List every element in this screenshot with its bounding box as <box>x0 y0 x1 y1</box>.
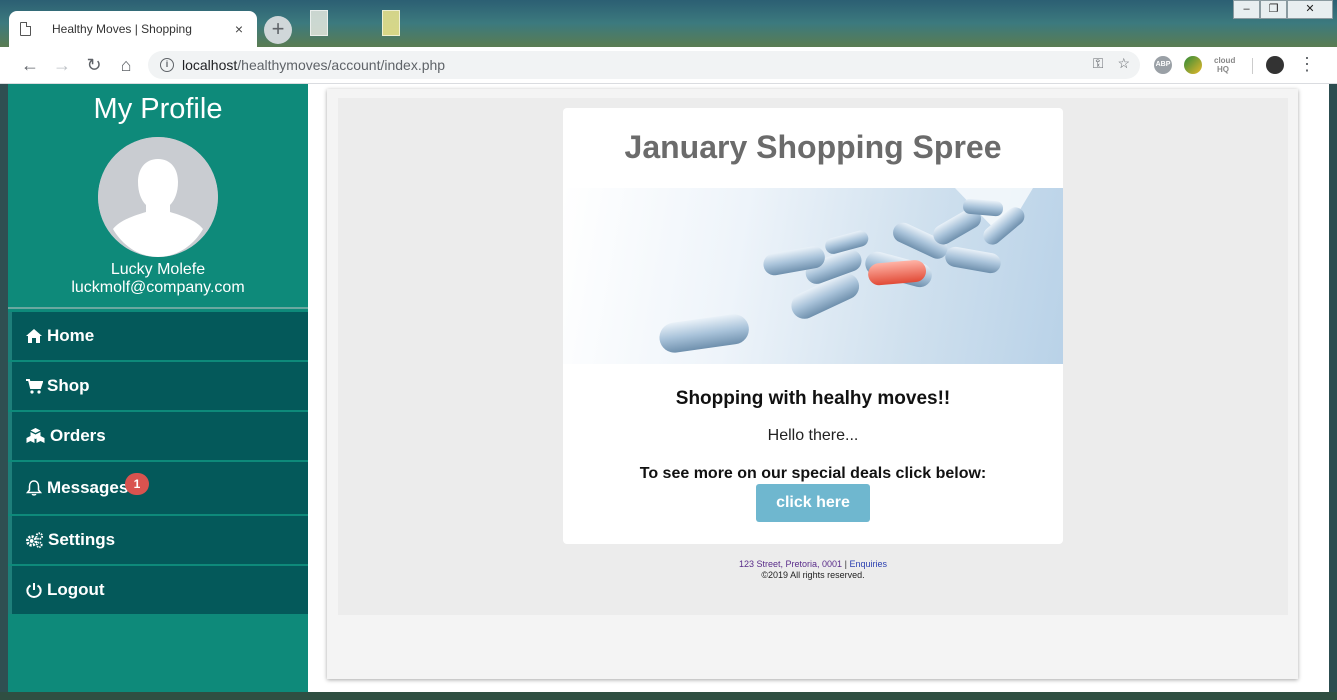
profile-avatar-icon[interactable] <box>1266 56 1284 74</box>
footer-address-line: 123 Street, Pretoria, 0001 | Enquiries <box>338 559 1288 569</box>
boxes-icon <box>26 428 45 443</box>
url-path: /healthymoves/account/index.php <box>237 57 446 73</box>
window-border <box>0 692 1337 700</box>
footer-address: 123 Street, Pretoria, 0001 <box>739 559 843 569</box>
sidebar-item-shop[interactable]: Shop <box>8 362 308 410</box>
maximize-button[interactable]: ❐ <box>1260 0 1287 19</box>
sidebar-item-label: Shop <box>47 376 90 395</box>
enquiries-link[interactable]: Enquiries <box>849 559 887 569</box>
user-silhouette-icon <box>98 137 218 257</box>
star-icon[interactable]: ☆ <box>1117 55 1130 72</box>
browser-toolbar: ← → ↻ ⌂ i localhost /healthymoves/accoun… <box>0 47 1337 84</box>
close-window-button[interactable]: ✕ <box>1287 0 1333 19</box>
avatar <box>98 137 218 257</box>
browser-menu-icon[interactable]: ⋮ <box>1298 54 1316 75</box>
promo-subtitle: Shopping with healhy moves!! <box>675 388 951 409</box>
tab-title: Healthy Moves | Shopping <box>52 22 192 36</box>
cart-icon <box>26 379 43 394</box>
new-tab-button[interactable]: + <box>264 16 292 44</box>
sidebar-item-home[interactable]: Home <box>8 312 308 360</box>
browser-tab[interactable]: Healthy Moves | Shopping × <box>9 11 257 47</box>
pills-illustration <box>659 188 1033 353</box>
desktop-file-icon <box>310 10 328 36</box>
sidebar-item-label: Home <box>47 326 95 345</box>
desktop-file-icon <box>382 10 400 36</box>
home-icon <box>26 329 42 343</box>
gears-icon <box>25 532 44 549</box>
window-border <box>0 84 8 700</box>
sidebar-item-logout[interactable]: Logout <box>8 566 308 614</box>
minimize-button[interactable]: – <box>1233 0 1260 19</box>
sidebar: My Profile Lucky Molefe luckmolf@company… <box>8 84 308 692</box>
user-email: luckmolf@company.com <box>71 279 245 296</box>
tab-close-icon[interactable]: × <box>231 21 247 37</box>
sidebar-divider <box>8 307 308 309</box>
sidebar-item-label: Settings <box>48 530 116 549</box>
page-icon <box>20 22 31 36</box>
power-icon <box>26 583 42 599</box>
greeting-text: Hello there... <box>767 427 859 444</box>
footer-copyright: ©2019 All rights reserved. <box>761 570 865 580</box>
window-border <box>1329 84 1337 700</box>
adblock-icon[interactable]: ABP <box>1154 56 1172 74</box>
notification-badge: 1 <box>125 473 149 495</box>
back-icon[interactable]: ← <box>19 54 41 76</box>
bell-icon <box>25 480 43 496</box>
address-bar[interactable]: i localhost /healthymoves/account/index.… <box>148 51 1140 79</box>
download-manager-icon[interactable] <box>1184 56 1202 74</box>
promo-card: January Shopping Spree Shopping with hea… <box>563 108 1063 544</box>
sidebar-item-label: Logout <box>47 580 105 599</box>
reload-icon[interactable]: ↻ <box>83 54 105 76</box>
browser-window: Healthy Moves | Shopping × + – ❐ ✕ ← → ↻… <box>0 0 1337 700</box>
sidebar-item-orders[interactable]: Orders <box>8 412 308 460</box>
title-bar: Healthy Moves | Shopping × + – ❐ ✕ <box>0 0 1337 47</box>
email-container: January Shopping Spree Shopping with hea… <box>338 98 1288 615</box>
key-icon[interactable]: ⚿ <box>1093 55 1104 72</box>
promo-title: January Shopping Spree <box>624 129 1002 165</box>
click-here-button[interactable]: click here <box>756 484 870 522</box>
profile-title: My Profile <box>93 93 223 125</box>
toolbar-separator <box>1252 58 1253 74</box>
sidebar-item-settings[interactable]: Settings <box>8 516 308 564</box>
footer-separator: | <box>844 559 847 569</box>
sidebar-menu: Home Shop Orders Messages 1 Settings Log… <box>8 312 308 616</box>
sidebar-item-messages[interactable]: Messages 1 <box>8 462 308 514</box>
deals-text: To see more on our special deals click b… <box>639 465 987 482</box>
cloudhq-icon[interactable]: cloud HQ <box>1214 56 1235 74</box>
window-controls: – ❐ ✕ <box>1233 0 1333 20</box>
forward-icon[interactable]: → <box>51 54 73 76</box>
pills-hero-image <box>563 188 1063 364</box>
page-viewport: My Profile Lucky Molefe luckmolf@company… <box>8 84 1329 692</box>
home-page-icon[interactable]: ⌂ <box>115 54 137 76</box>
site-info-icon[interactable]: i <box>160 58 174 72</box>
sidebar-item-label: Messages <box>47 478 129 497</box>
sidebar-item-label: Orders <box>50 426 106 445</box>
url-host: localhost <box>182 57 238 73</box>
content-panel: January Shopping Spree Shopping with hea… <box>327 89 1298 679</box>
user-name: Lucky Molefe <box>110 261 206 278</box>
